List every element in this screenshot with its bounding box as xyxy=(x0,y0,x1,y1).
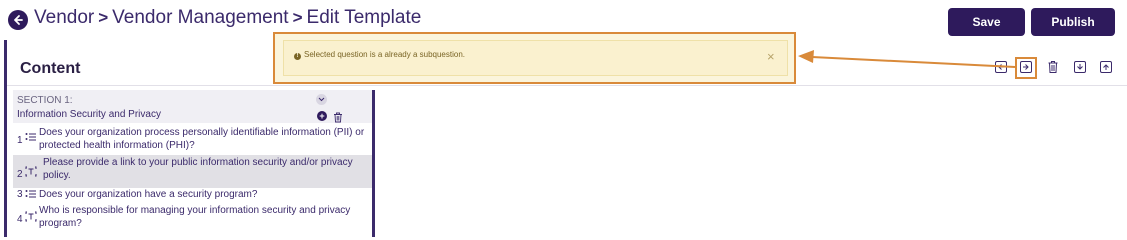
text-question-icon xyxy=(25,166,37,181)
indent-highlight xyxy=(1015,57,1037,79)
question-item[interactable]: 1 Does your organization process persona… xyxy=(13,123,372,155)
move-up-icon[interactable] xyxy=(1100,61,1112,73)
breadcrumb-vendor[interactable]: Vendor xyxy=(34,7,94,28)
section-name: Information Security and Privacy xyxy=(17,109,161,120)
toast-notification: ! Selected question is a already a subque… xyxy=(273,32,796,84)
page: Vendor > Vendor Management > Edit Template S… xyxy=(0,0,1127,237)
breadcrumb: Vendor > Vendor Management > Edit Template xyxy=(34,7,421,29)
section-header[interactable]: SECTION 1: Information Security and Priv… xyxy=(13,90,372,123)
question-item[interactable]: 4 Who is responsible for managing your i… xyxy=(13,202,372,235)
question-text: Does your organization process personall… xyxy=(39,127,365,151)
breadcrumb-vendor-management[interactable]: Vendor Management xyxy=(112,7,288,28)
publish-button[interactable]: Publish xyxy=(1031,8,1115,36)
question-number: 2 xyxy=(17,169,23,180)
save-button[interactable]: Save xyxy=(948,8,1025,36)
question-number: 1 xyxy=(17,135,23,146)
question-text: Does your organization have a security p… xyxy=(39,189,258,200)
trash-icon[interactable] xyxy=(1047,60,1059,74)
question-list: SECTION 1: Information Security and Priv… xyxy=(13,90,375,237)
chevron-down-icon[interactable] xyxy=(316,94,327,105)
back-button[interactable] xyxy=(8,10,28,30)
add-question-icon[interactable]: + xyxy=(317,111,327,121)
question-item[interactable]: 3 Does your organization have a security… xyxy=(13,188,372,202)
toast-text: Selected question is a already a subques… xyxy=(304,50,465,59)
toast-message: ! Selected question is a already a subque… xyxy=(294,50,465,60)
outdent-icon[interactable] xyxy=(995,61,1007,73)
info-icon: ! xyxy=(294,53,301,60)
text-question-icon xyxy=(25,211,37,226)
breadcrumb-separator: > xyxy=(292,8,303,27)
multiple-choice-icon xyxy=(25,189,37,203)
breadcrumb-edit-template: Edit Template xyxy=(306,7,422,28)
multiple-choice-icon xyxy=(25,132,37,146)
question-text: Who is responsible for managing your inf… xyxy=(39,205,351,229)
close-icon[interactable]: × xyxy=(767,49,775,64)
move-down-icon[interactable] xyxy=(1074,61,1086,73)
arrow-left-icon xyxy=(14,15,23,25)
breadcrumb-separator: > xyxy=(98,8,109,27)
toast-body: ! Selected question is a already a subque… xyxy=(283,40,788,76)
question-text: Please provide a link to your public inf… xyxy=(43,157,353,181)
question-number: 3 xyxy=(17,189,23,200)
question-item-selected[interactable]: 2 Please provide a link to your public i… xyxy=(13,155,372,188)
question-number: 4 xyxy=(17,214,23,225)
